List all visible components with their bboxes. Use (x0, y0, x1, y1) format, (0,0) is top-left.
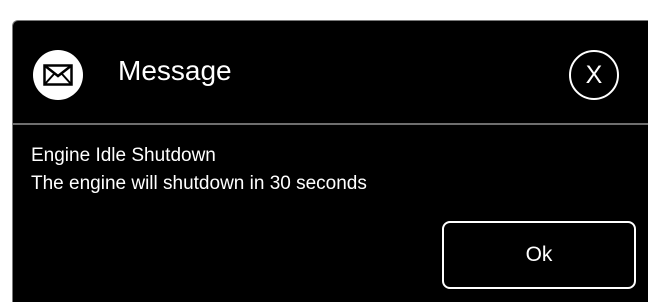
close-button[interactable]: X (569, 50, 619, 100)
ok-button[interactable]: Ok (442, 221, 636, 289)
dialog-header: Message X (13, 21, 648, 125)
envelope-icon (33, 50, 83, 100)
dialog-title: Message (118, 55, 232, 86)
message-dialog: Message X Engine Idle Shutdown The engin… (12, 20, 648, 302)
dialog-body: Engine Idle Shutdown The engine will shu… (31, 142, 367, 198)
message-text: The engine will shutdown in 30 seconds (31, 173, 367, 194)
message-heading: Engine Idle Shutdown (31, 145, 216, 166)
envelope-icon-graphic (43, 64, 73, 86)
